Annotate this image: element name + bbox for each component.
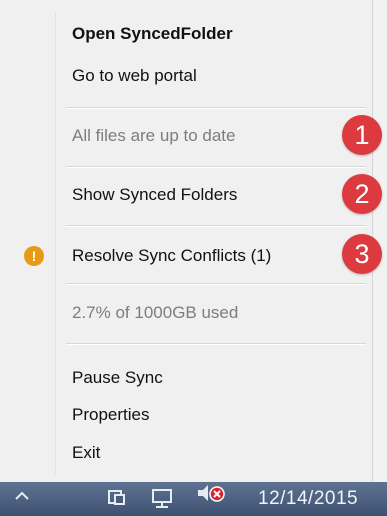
menu-item-pause-sync[interactable]: Pause Sync: [72, 362, 163, 394]
menu-item-sync-status: All files are up to date: [72, 126, 236, 145]
taskbar-clock[interactable]: 12/14/2015: [258, 488, 358, 510]
tray-context-menu: Open SyncedFolder Go to web portal All f…: [0, 0, 373, 482]
menu-separator: [66, 166, 366, 167]
action-center-icon[interactable]: [106, 488, 126, 508]
callout-badge-1: 1: [342, 115, 382, 155]
taskbar: 12/14/2015: [0, 482, 387, 516]
tray-up-arrow-icon[interactable]: [14, 490, 30, 502]
menu-separator: [66, 343, 366, 344]
warning-icon: !: [24, 246, 44, 266]
menu-gutter-line: [55, 12, 56, 474]
menu-item-web-portal[interactable]: Go to web portal: [72, 60, 197, 92]
callout-badge-2: 2: [342, 174, 382, 214]
menu-separator: [66, 107, 366, 108]
menu-separator: [66, 225, 366, 226]
network-icon[interactable]: [150, 488, 174, 510]
menu-item-show-synced-folders[interactable]: Show Synced Folders: [72, 179, 237, 211]
menu-item-open-syncedfolder[interactable]: Open SyncedFolder: [72, 18, 233, 50]
volume-muted-icon[interactable]: [194, 482, 230, 506]
menu-item-exit[interactable]: Exit: [72, 437, 100, 469]
menu-item-storage-usage: 2.7% of 1000GB used: [72, 303, 239, 322]
callout-badge-3: 3: [342, 234, 382, 274]
menu-item-properties[interactable]: Properties: [72, 399, 149, 431]
menu-item-resolve-conflicts[interactable]: Resolve Sync Conflicts (1): [72, 240, 271, 272]
menu-separator: [66, 283, 366, 284]
